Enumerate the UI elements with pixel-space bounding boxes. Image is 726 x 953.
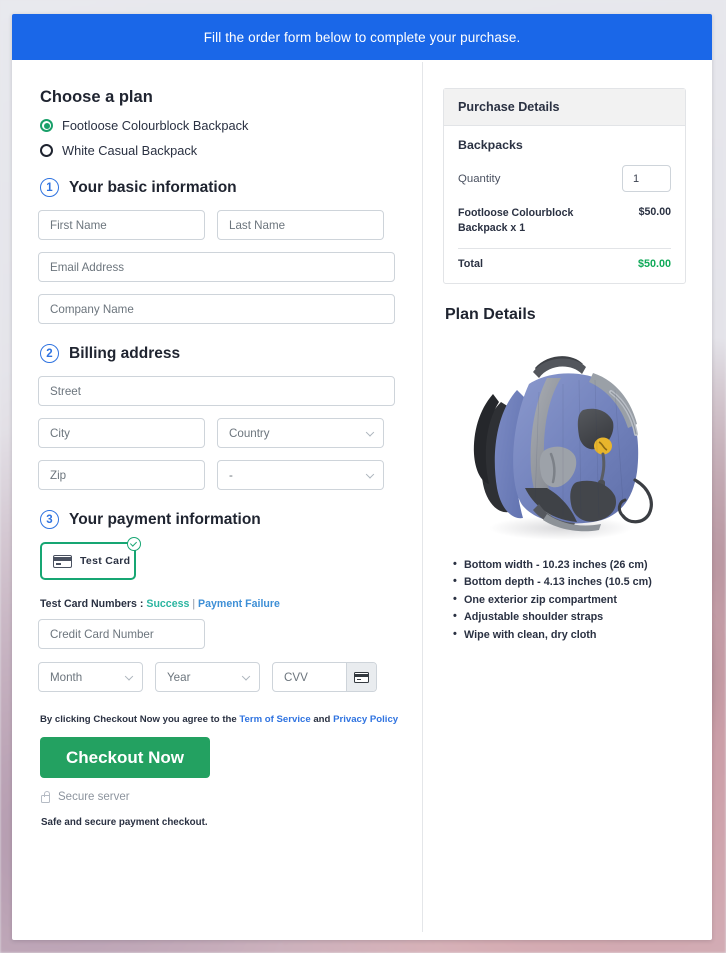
- zip-input[interactable]: Zip: [38, 460, 205, 490]
- company-input[interactable]: Company Name: [38, 294, 395, 324]
- last-name-input[interactable]: Last Name: [217, 210, 384, 240]
- checkout-now-button[interactable]: Checkout Now: [40, 737, 210, 778]
- product-group-label: Backpacks: [458, 138, 523, 152]
- step-title: Your basic information: [69, 178, 237, 196]
- plan-option-footloose[interactable]: Footloose Colourblock Backpack: [40, 118, 406, 133]
- step-title: Your payment information: [69, 510, 261, 528]
- purchase-details-panel: Purchase Details Backpacks Quantity 1 Fo…: [443, 88, 686, 284]
- line-item-price: $50.00: [638, 206, 671, 218]
- plan-feature-list: Bottom width - 10.23 inches (26 cm) Bott…: [453, 556, 686, 644]
- quantity-row: Quantity 1: [458, 165, 671, 192]
- year-select[interactable]: Year: [155, 662, 260, 692]
- privacy-policy-link[interactable]: Privacy Policy: [333, 714, 398, 725]
- state-select-value: -: [229, 468, 233, 482]
- cvv-input[interactable]: CVV: [273, 663, 346, 691]
- street-field-row: Street: [38, 376, 406, 406]
- terms-and: and: [313, 714, 331, 725]
- step-number-badge: 2: [40, 344, 59, 363]
- purchase-details-body: Backpacks Quantity 1 Footloose Colourblo…: [444, 126, 685, 283]
- test-card-prefix: Test Card Numbers :: [40, 598, 144, 610]
- country-select-value: Country: [229, 426, 270, 440]
- city-input[interactable]: City: [38, 418, 205, 448]
- line-item-row: Footloose Colourblock Backpack x 1 $50.0…: [458, 206, 671, 237]
- content-area: Choose a plan Footloose Colourblock Back…: [12, 60, 712, 940]
- chevron-down-icon: [241, 672, 251, 681]
- step-1-header: 1 Your basic information: [40, 178, 406, 197]
- step-number-badge: 1: [40, 178, 59, 197]
- total-value: $50.00: [637, 257, 671, 270]
- checkout-page-card: Fill the order form below to complete yo…: [12, 14, 712, 940]
- radio-unselected-icon[interactable]: [40, 144, 53, 157]
- step-title: Billing address: [69, 344, 181, 362]
- terms-agreement-text: By clicking Checkout Now you agree to th…: [40, 714, 406, 725]
- list-item: Bottom depth - 4.13 inches (10.5 cm): [453, 573, 686, 591]
- plan-option-label: Footloose Colourblock Backpack: [62, 118, 249, 133]
- credit-card-number-input[interactable]: Credit Card Number: [38, 619, 205, 649]
- step-2-header: 2 Billing address: [40, 344, 406, 363]
- cvv-help-button[interactable]: [346, 663, 376, 691]
- email-field-row: Email Address: [38, 252, 406, 282]
- credit-card-icon: [53, 554, 72, 568]
- check-circle-icon: [127, 537, 141, 551]
- success-link[interactable]: Success: [146, 598, 189, 610]
- street-input[interactable]: Street: [38, 376, 395, 406]
- payment-failure-link[interactable]: Payment Failure: [198, 598, 280, 610]
- state-select[interactable]: -: [217, 460, 384, 490]
- terms-of-service-link[interactable]: Term of Service: [239, 714, 310, 725]
- list-item: Adjustable shoulder straps: [453, 608, 686, 626]
- cvv-field-group[interactable]: CVV: [272, 662, 377, 692]
- step-3-header: 3 Your payment information: [40, 510, 406, 529]
- name-field-row: First Name Last Name: [38, 210, 406, 240]
- summary-divider: [458, 247, 671, 249]
- banner-text: Fill the order form below to complete yo…: [203, 29, 521, 45]
- list-item: Wipe with clean, dry cloth: [453, 626, 686, 644]
- link-separator: |: [192, 598, 196, 610]
- chevron-down-icon: [365, 428, 375, 437]
- credit-card-icon: [354, 671, 369, 683]
- quantity-input[interactable]: 1: [622, 165, 671, 192]
- country-select[interactable]: Country: [217, 418, 384, 448]
- email-input[interactable]: Email Address: [38, 252, 395, 282]
- secure-server-row: Secure server: [41, 790, 406, 803]
- quantity-label: Quantity: [458, 172, 501, 185]
- lock-icon: [41, 790, 50, 803]
- first-name-input[interactable]: First Name: [38, 210, 205, 240]
- plan-option-white-casual[interactable]: White Casual Backpack: [40, 143, 406, 158]
- backpack-product-image: [443, 332, 686, 547]
- total-label: Total: [458, 257, 483, 270]
- city-country-row: City Country: [38, 418, 406, 448]
- month-select-value: Month: [50, 670, 83, 684]
- order-form-column: Choose a plan Footloose Colourblock Back…: [12, 60, 422, 940]
- test-card-numbers-note: Test Card Numbers : Success | Payment Fa…: [40, 598, 406, 610]
- choose-plan-heading: Choose a plan: [40, 88, 153, 106]
- radio-selected-icon[interactable]: [40, 119, 53, 132]
- year-select-value: Year: [167, 670, 191, 684]
- line-item-name: Footloose Colourblock Backpack x 1: [458, 207, 574, 235]
- month-select[interactable]: Month: [38, 662, 143, 692]
- expiry-cvv-row: Month Year CVV: [38, 662, 406, 692]
- chevron-down-icon: [365, 470, 375, 479]
- summary-column: Purchase Details Backpacks Quantity 1 Fo…: [423, 60, 712, 940]
- plan-details-heading: Plan Details: [445, 305, 536, 323]
- plan-option-label: White Casual Backpack: [62, 143, 198, 158]
- company-field-row: Company Name: [38, 294, 406, 324]
- terms-prefix: By clicking Checkout Now you agree to th…: [40, 714, 237, 725]
- credit-card-row: Credit Card Number: [38, 619, 406, 649]
- test-card-label: Test Card: [80, 555, 131, 567]
- page-banner: Fill the order form below to complete yo…: [12, 14, 712, 60]
- chevron-down-icon: [124, 672, 134, 681]
- purchase-details-header: Purchase Details: [444, 89, 685, 126]
- safe-checkout-note: Safe and secure payment checkout.: [41, 817, 208, 828]
- secure-server-label: Secure server: [58, 791, 130, 803]
- step-number-badge: 3: [40, 510, 59, 529]
- test-card-method-tile[interactable]: Test Card: [40, 537, 141, 580]
- list-item: One exterior zip compartment: [453, 591, 686, 609]
- zip-state-row: Zip -: [38, 460, 406, 490]
- list-item: Bottom width - 10.23 inches (26 cm): [453, 556, 686, 574]
- total-row: Total $50.00: [458, 258, 671, 270]
